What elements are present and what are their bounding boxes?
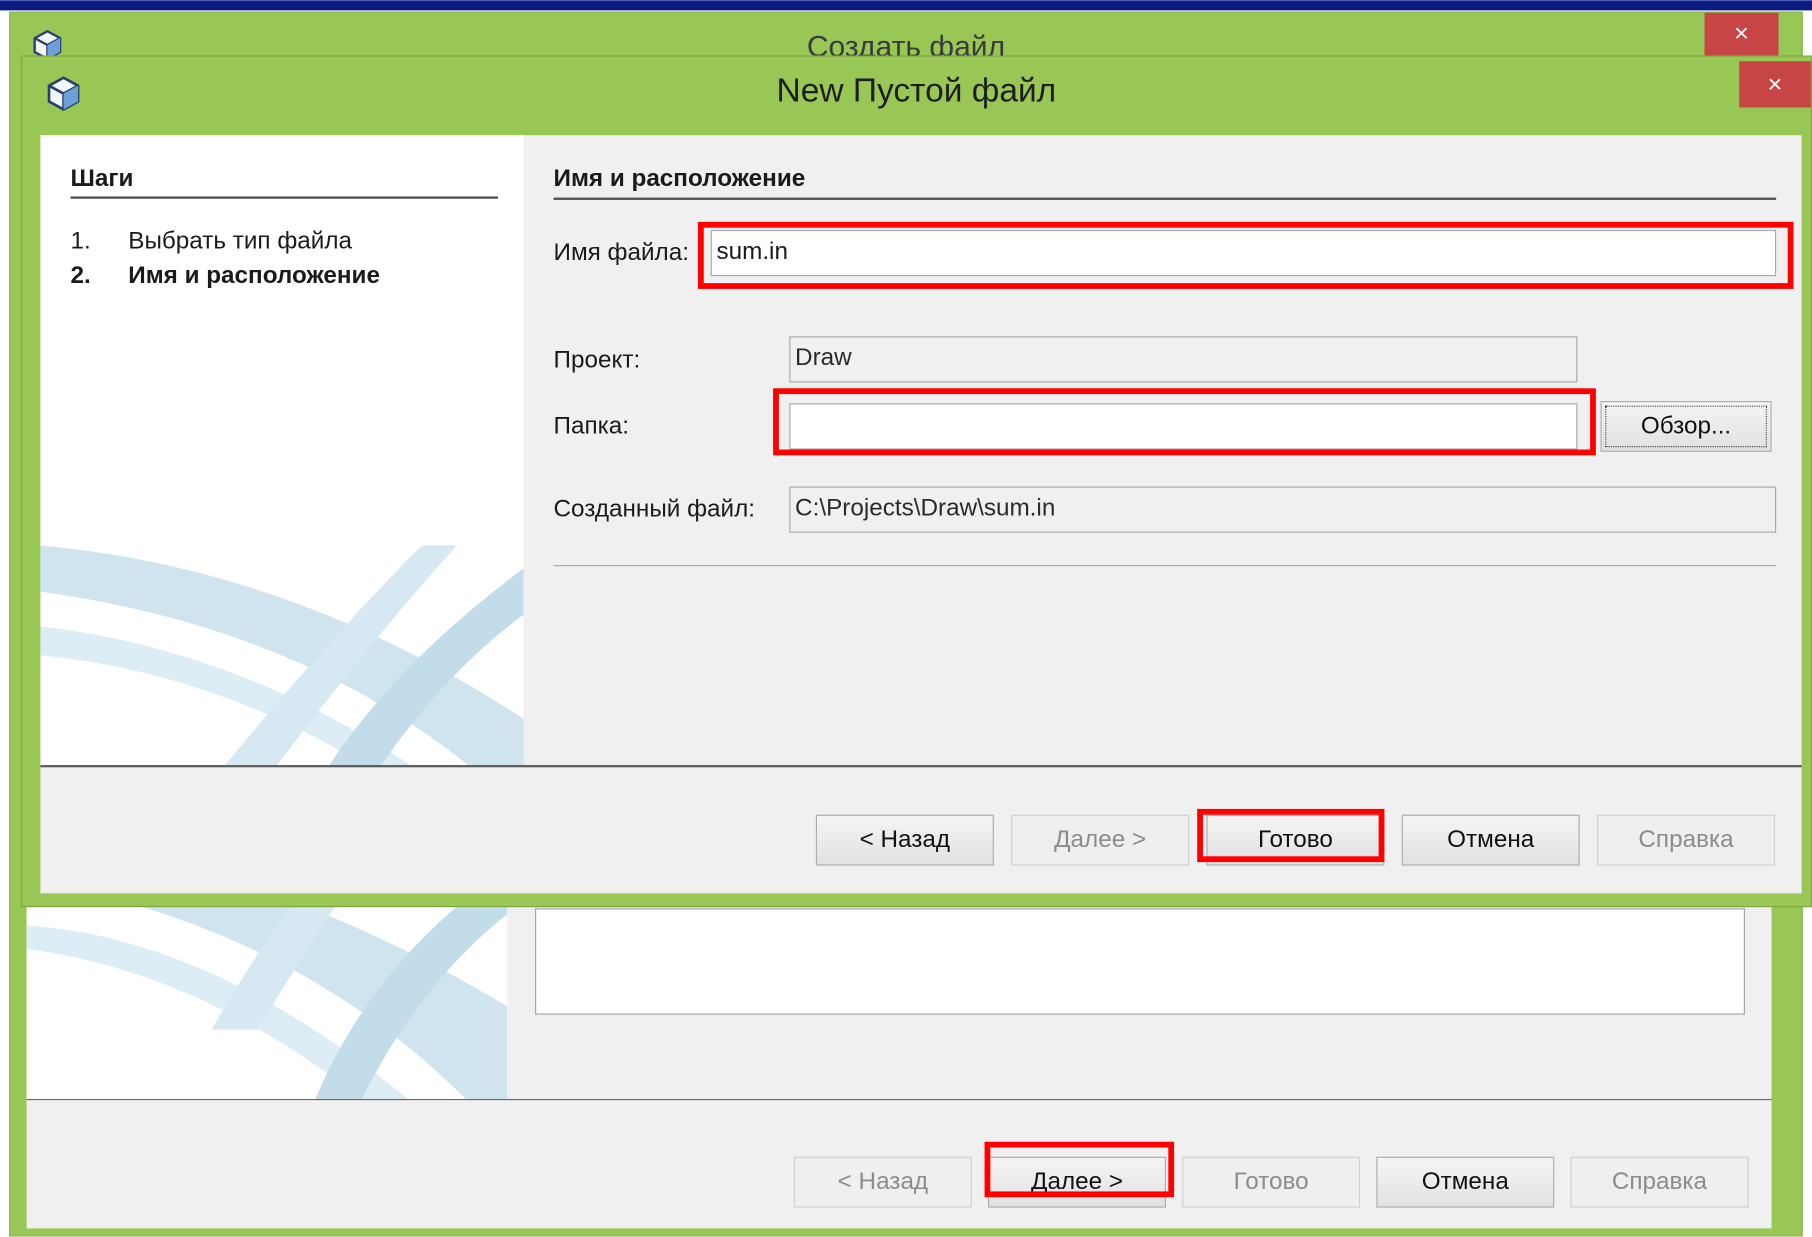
filename-label: Имя файла: [553,239,689,266]
section-divider [553,197,1777,200]
help-button[interactable]: Справка [1597,814,1776,866]
screenshot-scene: Создать файл × < Назад Далее > Готово От… [0,0,1812,1237]
steps-divider [70,196,499,199]
filename-input[interactable]: sum.in [710,229,1777,277]
description-textarea[interactable] [535,908,1745,1015]
step-label: Имя и расположение [128,262,380,289]
next-button[interactable]: Далее > [1011,814,1190,866]
step-number: 2. [70,262,91,289]
folder-label: Папка: [553,412,630,440]
created-file-field: C:\Projects\Draw\sum.in [789,486,1777,533]
step-item: 1. Выбрать тип файла [70,228,351,256]
help-button[interactable]: Справка [1570,1156,1749,1208]
window-title: New Пустой файл [776,72,1057,110]
form-separator [553,565,1777,567]
project-label: Проект: [553,346,641,374]
desktop-top-strip [0,0,1812,11]
step-label: Выбрать тип файла [128,227,352,255]
finish-button[interactable]: Готово [1206,814,1385,866]
cancel-button[interactable]: Отмена [1376,1156,1555,1208]
steps-panel: Шаги 1. Выбрать тип файла 2. Имя и располо… [40,135,524,766]
project-field: Draw [789,336,1578,383]
close-icon[interactable]: × [1739,61,1811,108]
browse-button[interactable]: Обзор... [1600,400,1772,452]
decorative-swoosh [40,545,524,766]
folder-input[interactable] [789,403,1578,450]
separator [26,1098,1772,1101]
cancel-button[interactable]: Отмена [1401,814,1580,866]
back-button[interactable]: < Назад [815,814,994,866]
front-window-client: Шаги 1. Выбрать тип файла 2. Имя и располо… [40,135,1802,894]
created-file-label: Созданный файл: [553,495,756,523]
next-button[interactable]: Далее > [988,1156,1167,1208]
finish-button[interactable]: Готово [1182,1156,1361,1208]
step-number: 1. [70,227,91,255]
back-button[interactable]: < Назад [793,1156,972,1208]
button-bar-separator [40,765,1802,768]
close-icon[interactable]: × [1704,12,1779,57]
steps-title: Шаги [70,165,134,192]
new-empty-file-window: New Пустой файл × Шаги 1. Выбрать тип фай… [20,55,1812,908]
section-title: Имя и расположение [553,165,806,192]
step-item-current: 2. Имя и расположение [70,262,380,290]
